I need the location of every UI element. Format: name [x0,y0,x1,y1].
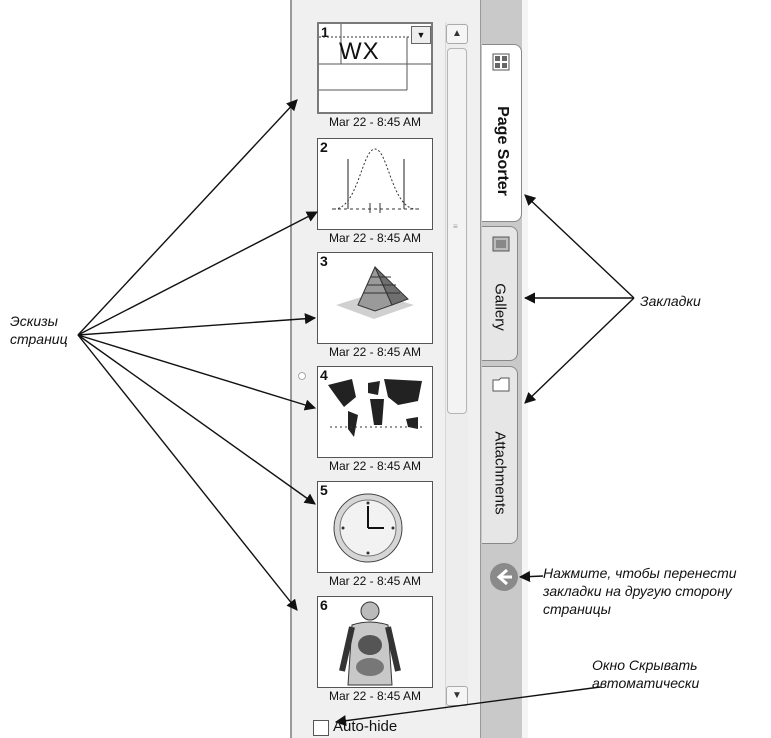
tab-attachments[interactable]: Attachments [482,366,518,544]
swap-side-button[interactable] [490,563,518,591]
annotation-autohide: Окно Скрывать автоматически [592,657,700,691]
page-thumbnail-4[interactable]: 4 [317,366,433,458]
tab-label: Gallery [491,283,508,331]
autohide-checkbox[interactable] [313,720,329,736]
annotation-thumbnails: Эскизы страниц [10,313,68,347]
tab-strip-edge [522,0,528,738]
clock-icon [333,493,403,563]
arrow-left-icon [496,568,512,586]
page-sorter-icon [492,53,510,71]
thumbnail-scrollbar[interactable]: ▲ ≡ ▼ [445,22,468,710]
annotation-tabs: Закладки [640,293,701,309]
page-thumbnail-1[interactable]: 1 WX ▼ [317,22,433,114]
tab-label: Attachments [491,430,508,515]
grip-icon: ≡ [453,222,458,231]
page-date: Mar 22 - 8:45 AM [328,231,422,245]
autohide-label: Auto-hide [333,718,398,735]
world-map-icon [328,379,422,437]
page-date: Mar 22 - 8:45 AM [328,459,422,473]
page-thumbnail-6[interactable]: 6 [317,596,433,688]
pyramid-icon [336,265,414,319]
page-date: Mar 22 - 8:45 AM [328,689,422,703]
resize-handle[interactable] [298,372,306,380]
folder-icon [492,377,510,392]
page-preview-text: WX [339,38,380,65]
page-menu-dropdown[interactable]: ▼ [411,26,431,44]
scroll-down-button[interactable]: ▼ [446,686,468,706]
tab-gallery[interactable]: Gallery [482,226,518,361]
page-date: Mar 22 - 8:45 AM [328,115,422,129]
scroll-up-button[interactable]: ▲ [446,24,468,44]
human-anatomy-icon [339,601,401,686]
page-thumbnail-2[interactable]: 2 [317,138,433,230]
page-thumbnail-3[interactable]: 3 [317,252,433,344]
gallery-icon [492,236,510,252]
page-date: Mar 22 - 8:45 AM [328,345,422,359]
tab-page-sorter[interactable]: Page Sorter [482,44,522,222]
scroll-thumb[interactable]: ≡ [447,48,467,414]
page-thumbnail-5[interactable]: 5 [317,481,433,573]
bell-curve-chart-icon [332,148,420,213]
tab-label: Page Sorter [493,105,511,196]
annotation-swap: Нажмите, чтобы перенести закладки на дру… [543,565,737,617]
page-date: Mar 22 - 8:45 AM [328,574,422,588]
